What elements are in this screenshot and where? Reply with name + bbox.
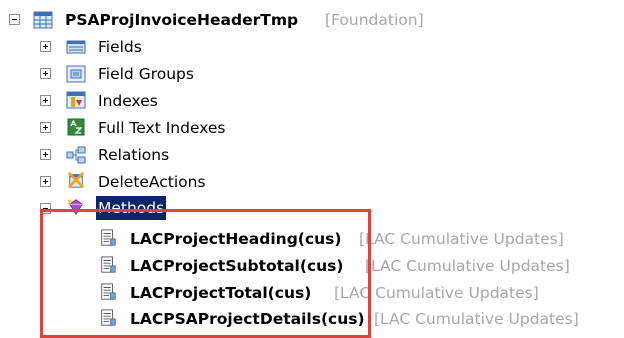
collapse-toggle-root[interactable] [9, 14, 20, 25]
fields-icon [66, 40, 86, 54]
method-layer: [LAC Cumulative Updates] [374, 310, 579, 328]
expand-toggle-delete-actions[interactable] [40, 176, 51, 187]
expand-toggle-field-groups[interactable] [40, 68, 51, 79]
tree-node-label: Relations [98, 146, 170, 164]
relations-icon [66, 146, 86, 164]
table-layer: [Foundation] [325, 11, 424, 29]
expand-toggle-fields[interactable] [40, 41, 51, 52]
expand-toggle-indexes[interactable] [40, 95, 51, 106]
highlight-box [40, 209, 371, 338]
delete-actions-icon [67, 171, 85, 189]
full-text-indexes-icon [67, 118, 85, 136]
expand-toggle-full-text-indexes[interactable] [40, 122, 51, 133]
tree-node-delete-actions[interactable]: DeleteActions [0, 170, 300, 194]
method-layer: [LAC Cumulative Updates] [359, 230, 564, 248]
tree-node-label: Full Text Indexes [98, 119, 226, 137]
tree-node-indexes[interactable]: Indexes [0, 89, 300, 113]
table-icon [33, 11, 53, 29]
table-name: PSAProjInvoiceHeaderTmp [65, 11, 299, 29]
tree-node-full-text-indexes[interactable]: Full Text Indexes [0, 116, 300, 140]
tree-node-label: Indexes [98, 92, 158, 110]
tree-node-field-groups[interactable]: Field Groups [0, 62, 300, 86]
tree-node-relations[interactable]: Relations [0, 143, 300, 167]
expand-toggle-relations[interactable] [40, 149, 51, 160]
method-layer: [LAC Cumulative Updates] [365, 257, 570, 275]
indexes-icon [66, 91, 86, 109]
tree-node-label: DeleteActions [98, 173, 206, 191]
tree-root[interactable]: PSAProjInvoiceHeaderTmp [Foundation] [0, 8, 624, 32]
field-groups-icon [66, 65, 86, 83]
tree-node-label: Field Groups [98, 65, 194, 83]
tree-node-fields[interactable]: Fields [0, 35, 300, 59]
tree-node-label: Fields [98, 38, 142, 56]
